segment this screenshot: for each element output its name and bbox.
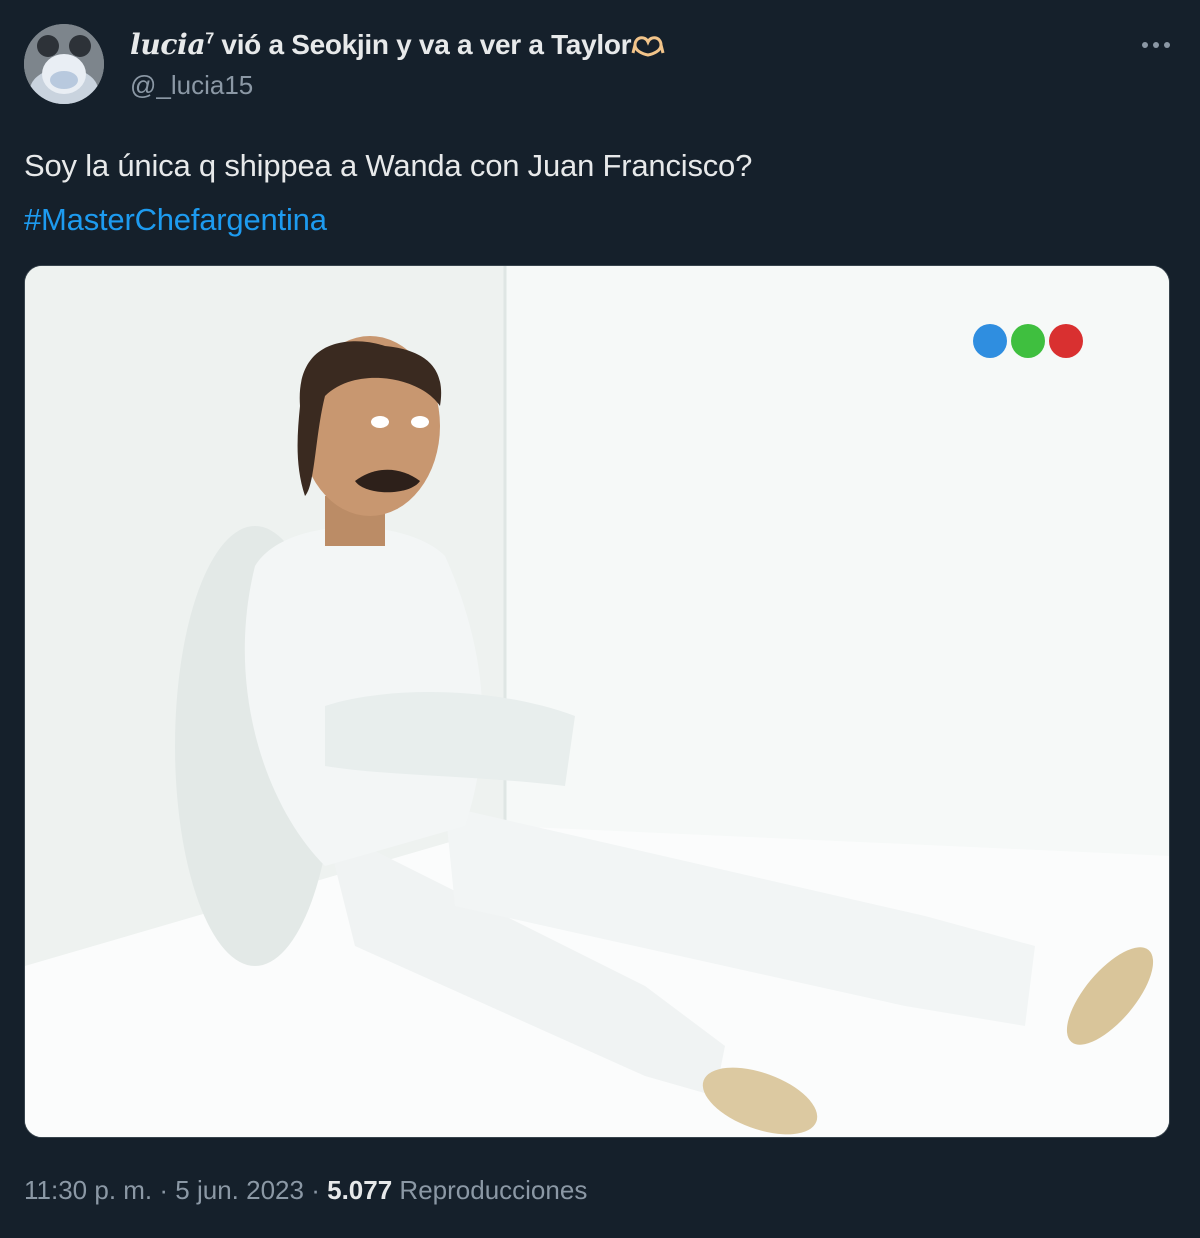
user-handle[interactable]: @_lucia15 [130,70,253,101]
more-options-button[interactable] [1136,30,1176,60]
tweet-time[interactable]: 11:30 p. m. [24,1175,152,1205]
hand-heart-icon [631,36,665,57]
tweet-meta: 11:30 p. m. · 5 jun. 2023 · 5.077 Reprod… [24,1175,587,1206]
display-name-rest: vió a Seokjin y va a ver a Taylor [213,29,632,60]
tweet-date[interactable]: 5 jun. 2023 [175,1175,304,1205]
avatar-icon [24,24,104,104]
avatar[interactable] [24,24,104,104]
tweet-body: Soy la única q shippea a Wanda con Juan … [24,148,753,183]
meta-separator: · [159,1175,169,1205]
tweet-media[interactable] [24,265,1170,1138]
tv-channel-logo-icon [973,324,1083,358]
views-label: Reproducciones [399,1175,588,1205]
more-options-icon [1142,42,1170,48]
display-name-stylized: lucia [130,28,206,61]
views-count: 5.077 [327,1175,393,1205]
meta-separator: · [311,1175,320,1205]
display-name[interactable]: lucia7 vió a Seokjin y va a ver a Taylor [130,28,665,61]
tweet-text: Soy la única q shippea a Wanda con Juan … [24,146,752,240]
hashtag-link[interactable]: #MasterChefargentina [24,200,752,240]
display-name-superscript: 7 [205,30,214,48]
media-image [25,266,1169,1137]
